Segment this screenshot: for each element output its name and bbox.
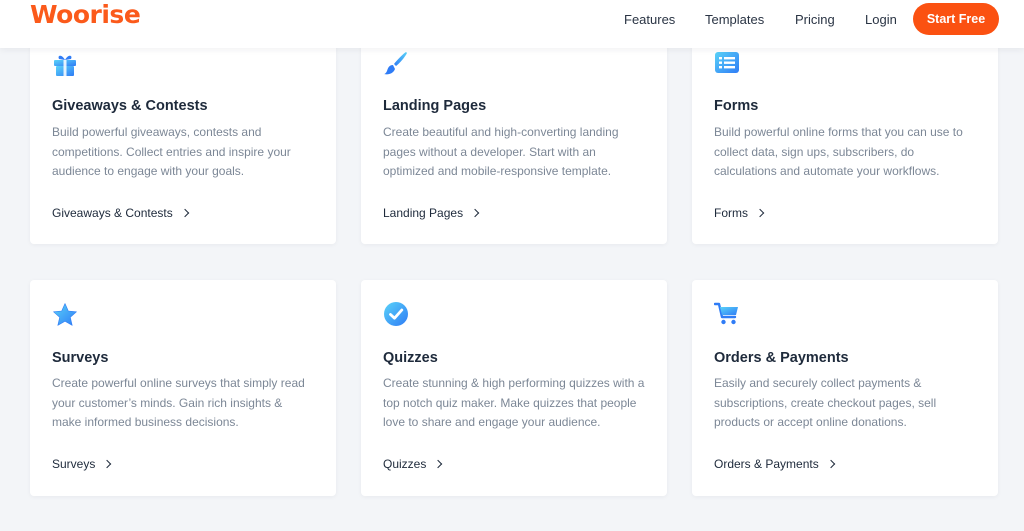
card-link-label: Forms <box>714 206 748 220</box>
chevron-right-icon <box>180 208 189 218</box>
card-link-quizzes[interactable]: Quizzes <box>383 457 443 471</box>
card-title: Giveaways & Contests <box>52 98 208 114</box>
shopping-cart-icon <box>714 302 738 325</box>
star-icon <box>53 303 77 326</box>
nav-login[interactable]: Login <box>865 12 897 27</box>
card-description: Create beautiful and high-converting lan… <box>383 125 619 178</box>
feature-card-quizzes: Quizzes Create stunning & high performin… <box>361 280 667 496</box>
card-description: Build powerful giveaways, contests and c… <box>52 125 291 178</box>
chevron-right-icon <box>826 459 835 469</box>
card-title: Orders & Payments <box>714 350 849 366</box>
card-description: Build powerful online forms that you can… <box>714 125 963 178</box>
feature-card-giveaways: Giveaways & Contests Build powerful give… <box>30 30 336 244</box>
feature-card-surveys: Surveys Create powerful online surveys t… <box>30 280 336 496</box>
card-link-label: Giveaways & Contests <box>52 206 173 220</box>
check-circle-icon <box>384 302 408 326</box>
card-title: Surveys <box>52 350 109 366</box>
card-link-label: Orders & Payments <box>714 457 819 471</box>
feature-card-orders-payments: Orders & Payments Easily and securely co… <box>692 280 998 496</box>
paintbrush-icon <box>384 52 407 75</box>
card-link-label: Landing Pages <box>383 206 464 220</box>
feature-card-landing-pages: Landing Pages Create beautiful and high-… <box>361 30 667 244</box>
card-link-forms[interactable]: Forms <box>714 206 765 220</box>
card-link-giveaways[interactable]: Giveaways & Contests <box>52 206 189 220</box>
card-link-label: Quizzes <box>383 457 427 471</box>
card-description: Create stunning & high performing quizze… <box>383 376 645 429</box>
card-title: Quizzes <box>383 350 438 366</box>
list-form-icon <box>715 52 739 73</box>
start-free-button[interactable]: Start Free <box>913 3 999 35</box>
chevron-right-icon <box>434 459 443 469</box>
card-description: Create powerful online surveys that simp… <box>52 376 305 429</box>
chevron-right-icon <box>470 208 480 218</box>
card-link-landing-pages[interactable]: Landing Pages <box>383 206 480 220</box>
card-link-label: Surveys <box>52 457 96 471</box>
card-description: Easily and securely collect payments & s… <box>714 376 937 429</box>
card-title: Landing Pages <box>383 98 487 114</box>
chevron-right-icon <box>103 459 112 469</box>
card-title: Forms <box>714 98 759 114</box>
card-link-surveys[interactable]: Surveys <box>52 457 112 471</box>
site-header: Woorise Features Templates Pricing Login… <box>0 0 1024 48</box>
card-link-orders-payments[interactable]: Orders & Payments <box>714 457 835 471</box>
chevron-right-icon <box>755 208 765 218</box>
gift-icon <box>54 55 76 76</box>
nav-templates[interactable]: Templates <box>705 12 764 27</box>
nav-features[interactable]: Features <box>624 12 675 27</box>
nav-pricing[interactable]: Pricing <box>795 12 835 27</box>
woorise-logo[interactable]: Woorise <box>30 0 141 29</box>
feature-card-forms: Forms Build powerful online forms that y… <box>692 30 998 244</box>
